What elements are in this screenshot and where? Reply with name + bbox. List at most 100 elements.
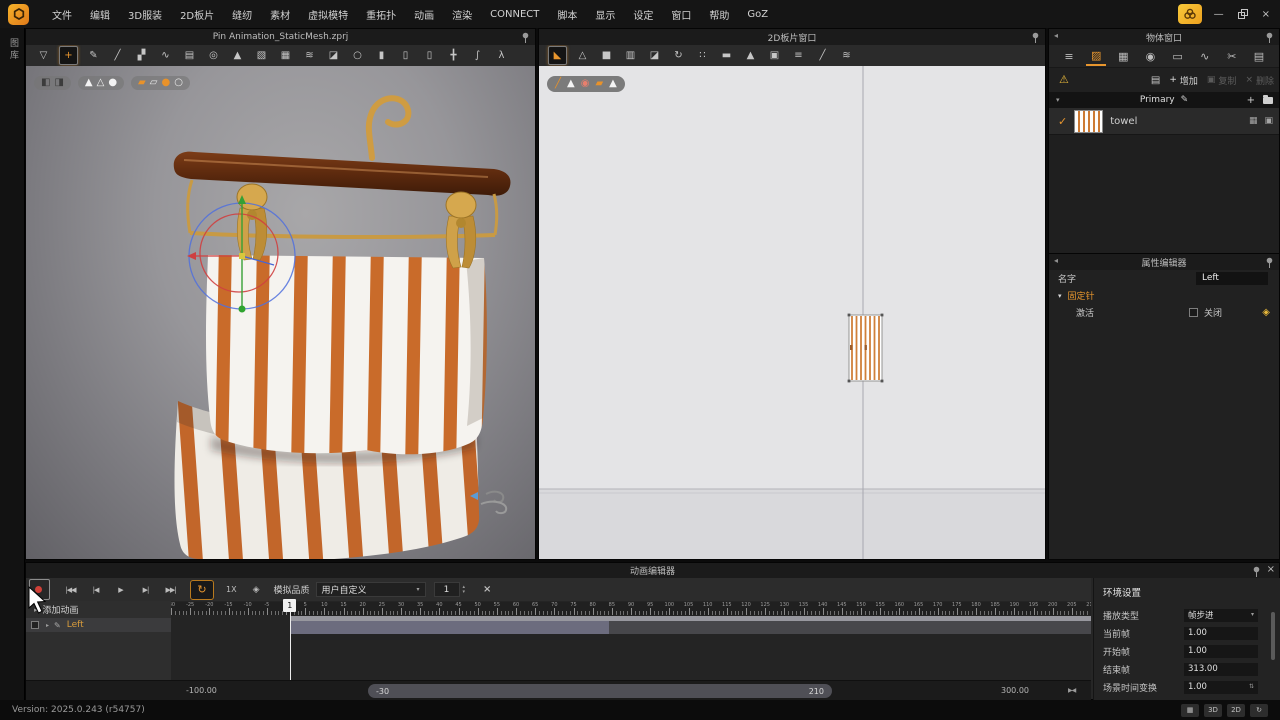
track-visibility-checkbox[interactable] (31, 621, 39, 629)
arrange-quick-icon[interactable]: ▲ (609, 79, 617, 89)
dart-tool-icon[interactable]: ◪ (646, 47, 663, 64)
track-range-bar[interactable] (609, 621, 1091, 634)
env-row-value[interactable]: 1.00 ⇅ (1184, 681, 1258, 694)
pin-section-row[interactable]: ▾ 固定针 (1049, 287, 1279, 304)
next-frame-button[interactable]: ▶| (134, 582, 157, 598)
render-style-a-icon[interactable]: ◧ (41, 78, 50, 88)
rect-pattern-tool-icon[interactable]: ■ (598, 47, 615, 64)
add-fabric-button[interactable]: + 增加 (1169, 74, 1198, 87)
speed-button[interactable]: 1X (226, 585, 237, 594)
wind-tool-icon[interactable]: ≋ (301, 47, 318, 64)
playhead-line[interactable] (290, 601, 291, 680)
menu-item[interactable]: 编辑 (81, 7, 119, 22)
sync-icon[interactable]: ↻ (1250, 704, 1268, 717)
fabric-group-bar[interactable]: ▾ Primary ✎ + (1049, 92, 1279, 108)
pin-icon[interactable] (1265, 32, 1274, 46)
collapse-left-icon[interactable]: ◂ (1054, 31, 1058, 40)
ring-view-icon[interactable]: ○ (174, 78, 183, 88)
tab-print-icon[interactable]: ▤ (1249, 46, 1269, 66)
tab-tape-icon[interactable]: ▭ (1168, 46, 1188, 66)
edit-pattern-tool-icon[interactable]: △ (574, 47, 591, 64)
tab-button-icon[interactable]: ◉ (1140, 46, 1160, 66)
menu-item[interactable]: 显示 (586, 7, 624, 22)
collapse-left-icon[interactable]: ◂ (1054, 256, 1058, 265)
copy-fabric-button[interactable]: ▣ 复制 (1207, 74, 1237, 87)
garment-quick-icon[interactable]: ▲ (567, 79, 575, 89)
env-row-value[interactable]: 帧步进 ▾ (1184, 609, 1258, 622)
pleat-tool-icon[interactable]: ≡ (790, 47, 807, 64)
library-tab[interactable]: 图库 (7, 38, 20, 62)
keyframe-diamond-icon[interactable]: ◈ (1262, 307, 1270, 318)
arrange-garment-tool-icon[interactable]: ▲ (742, 47, 759, 64)
tab-scene-icon[interactable]: ≡ (1059, 46, 1079, 66)
simulate-tool-icon[interactable]: ▽ (35, 47, 52, 64)
quality-dropdown[interactable]: 用户自定义 ▾ (316, 582, 426, 597)
panel-a-tool-icon[interactable]: ▯ (397, 47, 414, 64)
show-pattern-icon[interactable]: △ (97, 78, 105, 88)
select-move-tool-icon[interactable]: + (59, 46, 78, 65)
menu-item[interactable]: GoZ (738, 9, 777, 20)
arrange-pack-tool-icon[interactable]: ▤ (181, 47, 198, 64)
fabric-thumbnail[interactable] (1074, 110, 1103, 133)
name-input[interactable]: Left (1196, 272, 1268, 285)
menu-item[interactable]: 脚本 (548, 7, 586, 22)
pin-brush-tool-icon[interactable]: ▞ (133, 47, 150, 64)
delete-fabric-button[interactable]: × 删除 (1245, 74, 1274, 87)
go-start-button[interactable]: |◀◀ (59, 582, 82, 598)
menu-item[interactable]: 素材 (261, 7, 299, 22)
track-keyframe-bar[interactable] (290, 621, 609, 634)
menu-item[interactable]: 文件 (43, 7, 81, 22)
add-group-icon[interactable]: + (1247, 95, 1255, 106)
restore-button[interactable] (1238, 9, 1248, 19)
menu-item[interactable]: 虚拟模特 (299, 7, 357, 22)
simulation-settings-icon[interactable]: × (483, 584, 491, 595)
loop-button[interactable]: ↻ (190, 580, 214, 600)
env-row-value[interactable]: 1.00 (1184, 627, 1258, 640)
pen-quick-icon[interactable]: ╱ (555, 79, 561, 89)
menu-item[interactable]: 重拓扑 (357, 7, 405, 22)
tab-fabric-icon[interactable]: ▨ (1086, 46, 1106, 66)
pin-icon[interactable] (521, 32, 530, 46)
mode-2d-icon[interactable]: 2D (1227, 704, 1245, 717)
play-button[interactable]: ▶ (109, 582, 132, 598)
menu-item[interactable]: 2D板片 (171, 7, 223, 22)
edit-icon[interactable]: ✎ (1181, 95, 1189, 105)
playhead-flag[interactable]: 1 (283, 599, 296, 612)
tab-graphic-icon[interactable]: ▦ (1113, 46, 1133, 66)
show-avatar-icon[interactable]: ● (108, 78, 117, 88)
menu-item[interactable]: 帮助 (700, 7, 738, 22)
record-button[interactable] (29, 579, 50, 600)
mode-3d-icon[interactable]: 3D (1204, 704, 1222, 717)
garment-tool-icon[interactable]: ▲ (229, 47, 246, 64)
check-icon[interactable]: ✓ (1058, 115, 1067, 128)
menu-item[interactable]: 设定 (624, 7, 662, 22)
sphere-select-tool-icon[interactable]: ○ (349, 47, 366, 64)
fabric-stack-icon[interactable]: ▤ (1151, 75, 1160, 86)
timeline-ruler[interactable]: -30-25-20-15-10-505101520253035404550556… (171, 602, 1091, 615)
viewport-3d-canvas[interactable]: ◧◨ ▲△● ▰▱●○ (26, 66, 535, 559)
fabric-view-icon[interactable]: ▰ (138, 78, 146, 88)
animation-group-row[interactable]: ▸ 添加动画 (26, 603, 171, 616)
notch-tool-icon[interactable]: ∷ (694, 47, 711, 64)
poly-pattern-tool-icon[interactable]: ▥ (622, 47, 639, 64)
info-quick-icon[interactable]: ◉ (581, 79, 590, 89)
show-garment-icon[interactable]: ▲ (85, 78, 93, 88)
fabric-clone-icon[interactable]: ▣ (1264, 116, 1273, 126)
prev-frame-button[interactable]: |◀ (84, 582, 107, 598)
sewing-tool-icon[interactable]: ∿ (157, 47, 174, 64)
transform-pattern-tool-icon[interactable]: ◣ (548, 46, 567, 65)
pin-icon[interactable] (1031, 32, 1040, 46)
close-button[interactable]: × (1262, 9, 1270, 20)
curve-tool-icon[interactable]: ∫ (469, 47, 486, 64)
menu-item[interactable]: 3D服装 (119, 7, 171, 22)
iron-tool-icon[interactable]: ▬ (718, 47, 735, 64)
env-row-value[interactable]: 313.00 (1184, 663, 1258, 676)
pole-tool-icon[interactable]: ╋ (445, 47, 462, 64)
environment-scrollbar[interactable] (1271, 612, 1275, 660)
rotate-tool-icon[interactable]: ↻ (670, 47, 687, 64)
tab-trim-icon[interactable]: ✂ (1222, 46, 1242, 66)
panel-b-tool-icon[interactable]: ▯ (421, 47, 438, 64)
mannequin-tool-icon[interactable]: ▮ (373, 47, 390, 64)
mesh-grid-tool-icon[interactable]: ▦ (277, 47, 294, 64)
go-end-button[interactable]: ▶▶| (159, 582, 182, 598)
